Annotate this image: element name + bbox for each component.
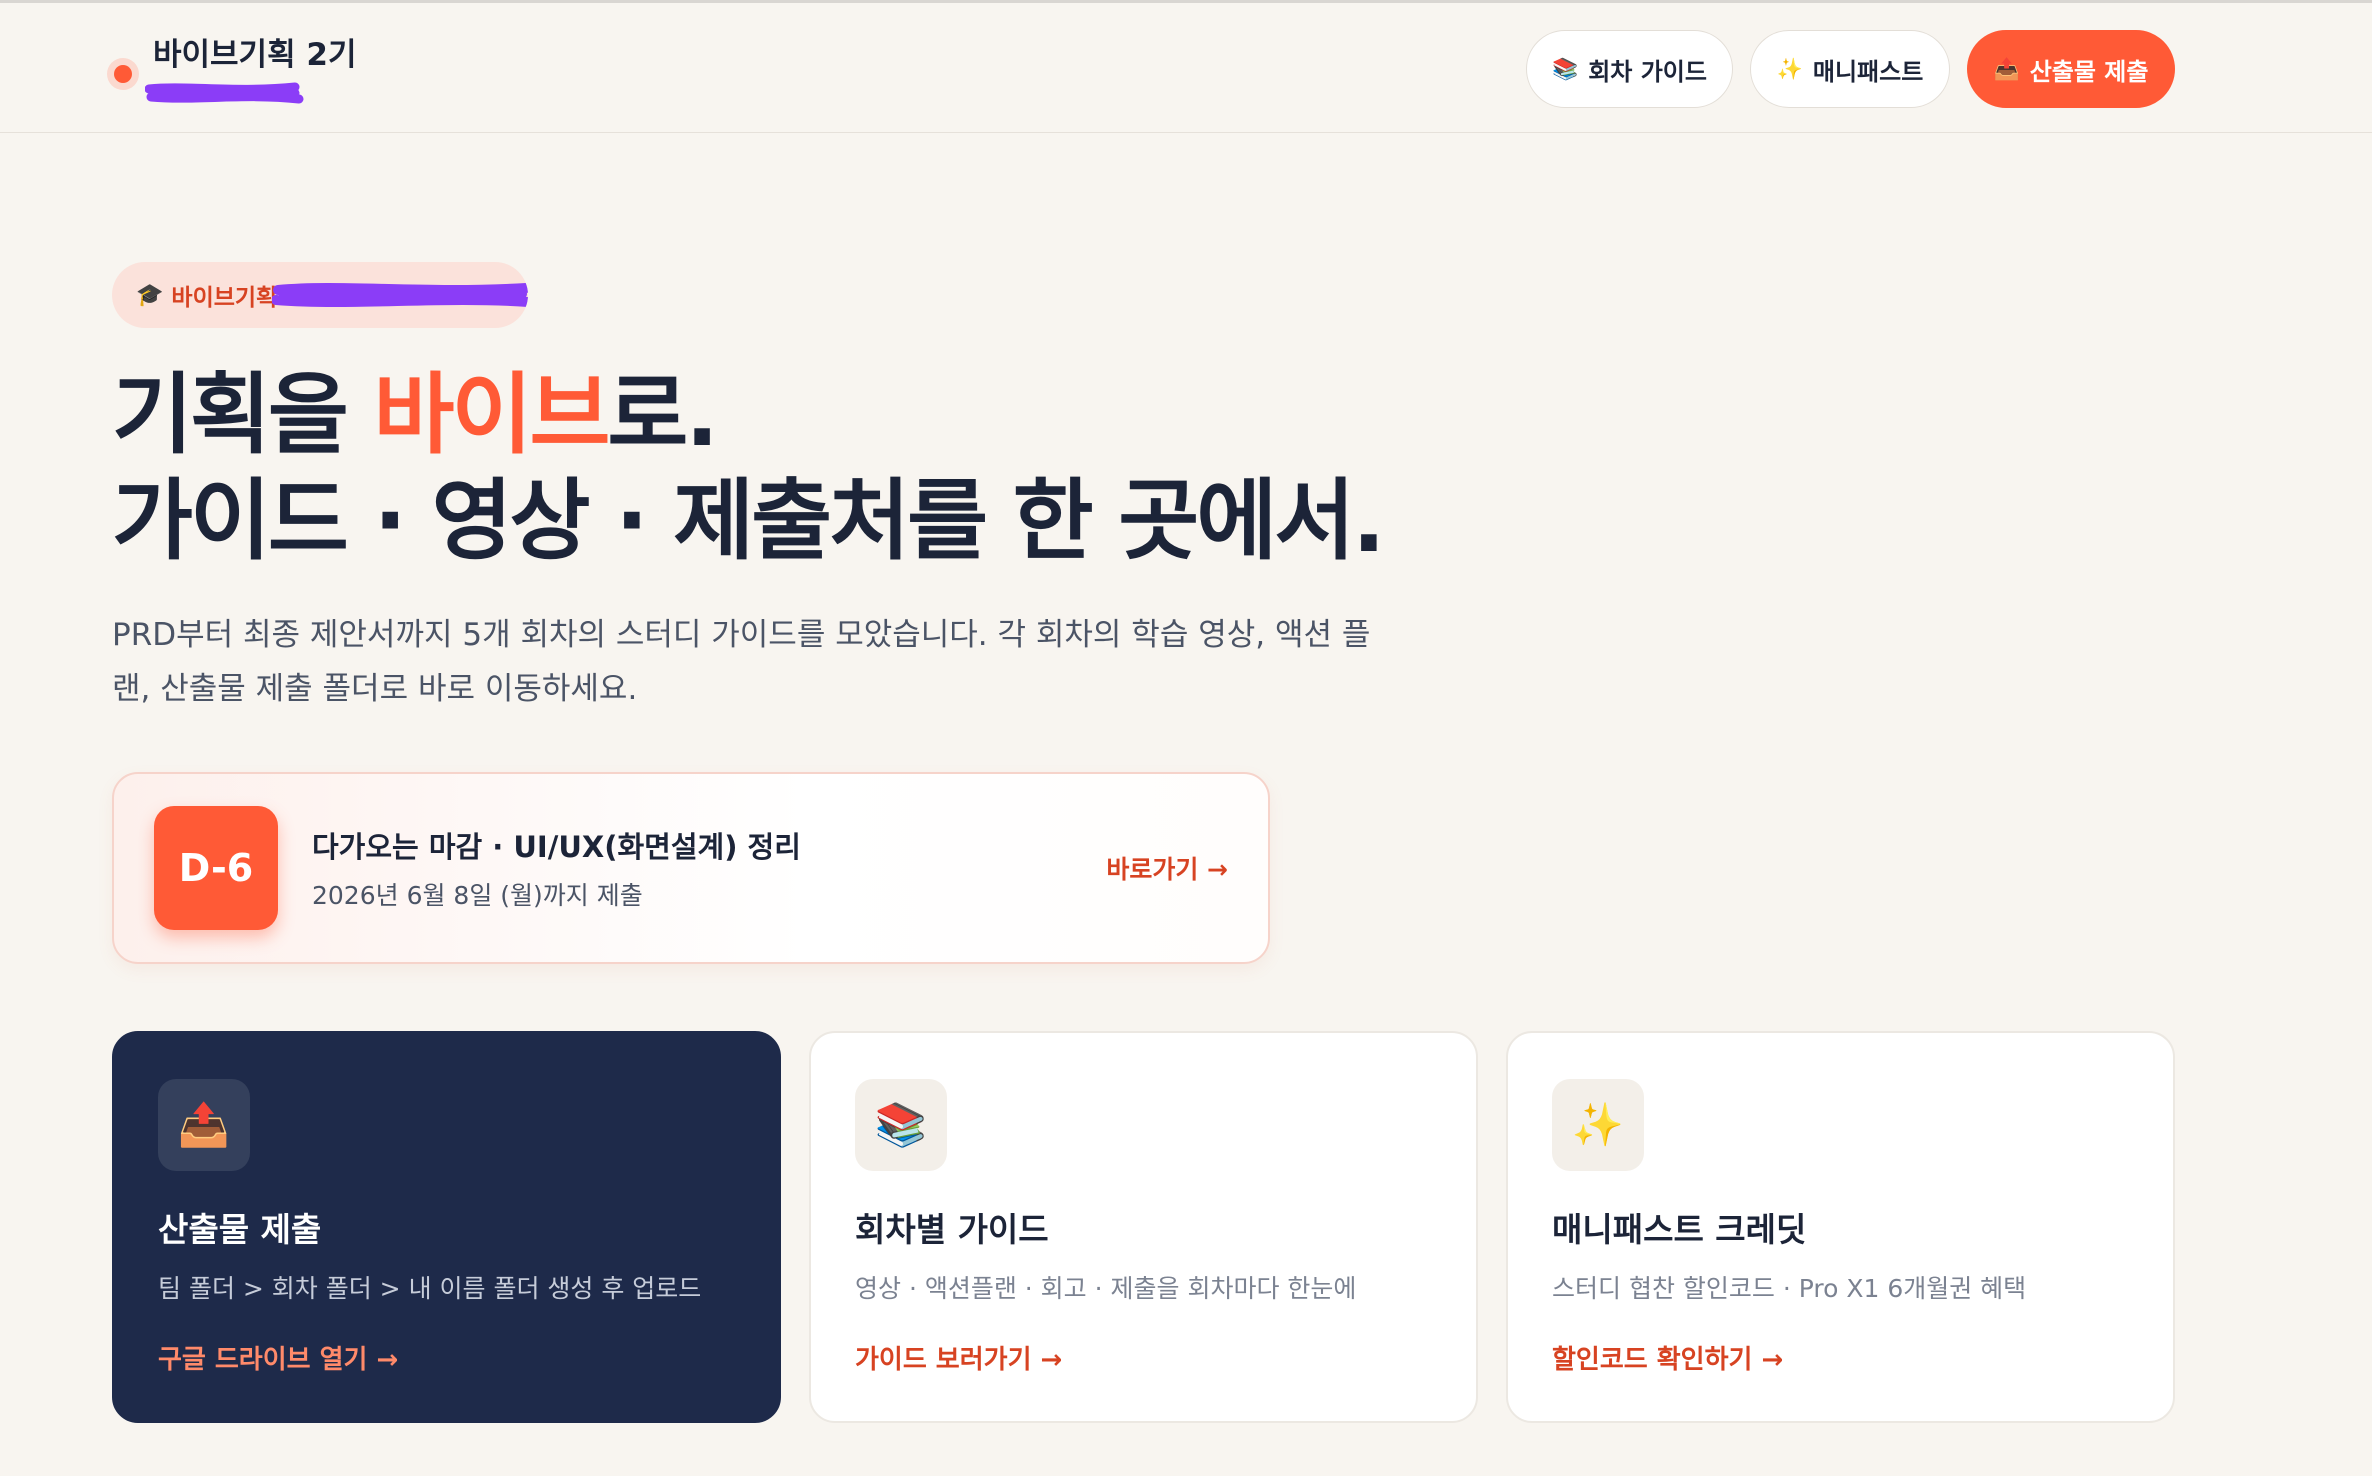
card-link-discount-code[interactable]: 할인코드 확인하기 → bbox=[1552, 1339, 1783, 1376]
card-description: 스터디 협찬 할인코드 · Pro X1 6개월권 혜택 bbox=[1552, 1274, 2027, 1303]
sparkles-icon: ✨ bbox=[1776, 56, 1803, 81]
card-link-guide[interactable]: 가이드 보러가기 → bbox=[855, 1339, 1062, 1376]
hero-title-accent: 바이브 bbox=[373, 363, 611, 466]
books-icon: 📚 bbox=[855, 1079, 947, 1171]
card-title: 매니패스트 크레딧 bbox=[1552, 1210, 1807, 1249]
card-description: 영상 · 액션플랜 · 회고 · 제출을 회차마다 한눈에 bbox=[855, 1274, 1357, 1303]
hero-lead: PRD부터 최종 제안서까지 5개 회차의 스터디 가이드를 모았습니다. 각 … bbox=[112, 617, 1371, 707]
cohort-badge: 🎓 바이브기획 bbox=[112, 262, 528, 328]
card-manifest-credit[interactable]: ✨ 매니패스트 크레딧 스터디 협찬 할인코드 · Pro X1 6개월권 혜택… bbox=[1506, 1031, 2175, 1423]
site-header: 바이브기획 2기 📚 회차 가이드 ✨ 매니패스트 📤 산출물 제출 bbox=[0, 3, 2372, 133]
deadline-link[interactable]: 바로가기 → bbox=[1106, 850, 1228, 886]
card-submit-output[interactable]: 📤 산출물 제출 팀 폴더 > 회차 폴더 > 내 이름 폴더 생성 후 업로드… bbox=[112, 1031, 781, 1423]
nav-label: 매니패스트 bbox=[1812, 57, 1924, 86]
nav-button-manifest[interactable]: ✨ 매니패스트 bbox=[1750, 30, 1950, 108]
card-description: 팀 폴더 > 회차 폴더 > 내 이름 폴더 생성 후 업로드 bbox=[158, 1274, 702, 1303]
card-title: 산출물 제출 bbox=[158, 1210, 322, 1249]
deadline-title: 다가오는 마감 · UI/UX(화면설계) 정리 bbox=[312, 830, 801, 864]
deadline-card[interactable]: D-6 다가오는 마감 · UI/UX(화면설계) 정리 2026년 6월 8일… bbox=[112, 772, 1270, 964]
nav-button-session-guide[interactable]: 📚 회차 가이드 bbox=[1526, 30, 1733, 108]
redaction-scribble bbox=[145, 82, 304, 104]
hero-title-line2: 가이드 · 영상 · 제출처를 한 곳에서. bbox=[112, 469, 1386, 572]
sparkles-icon: ✨ bbox=[1552, 1079, 1644, 1171]
nav-label: 산출물 제출 bbox=[2029, 57, 2149, 86]
hero-title-line1: 기획을 바이브로. bbox=[112, 363, 719, 466]
hero-title: 기획을 바이브로. 가이드 · 영상 · 제출처를 한 곳에서. bbox=[112, 362, 1386, 574]
nav-label: 회차 가이드 bbox=[1588, 57, 1707, 86]
dday-badge: D-6 bbox=[154, 806, 278, 930]
card-session-guide[interactable]: 📚 회차별 가이드 영상 · 액션플랜 · 회고 · 제출을 회차마다 한눈에 … bbox=[809, 1031, 1478, 1423]
brand-title[interactable]: 바이브기획 2기 bbox=[153, 29, 356, 74]
outbox-tray-icon: 📤 bbox=[1993, 56, 2020, 81]
graduation-cap-icon: 🎓 bbox=[136, 282, 164, 308]
nav-button-submit-output[interactable]: 📤 산출물 제출 bbox=[1967, 30, 2175, 108]
badge-label: 바이브기획 bbox=[171, 285, 278, 311]
redaction-scribble bbox=[272, 283, 528, 307]
outbox-tray-icon: 📤 bbox=[158, 1079, 250, 1171]
logo-dot-icon[interactable] bbox=[107, 58, 139, 90]
card-link-google-drive[interactable]: 구글 드라이브 열기 → bbox=[158, 1339, 398, 1376]
books-icon: 📚 bbox=[1552, 56, 1579, 81]
deadline-date: 2026년 6월 8일 (월)까지 제출 bbox=[312, 881, 643, 910]
card-title: 회차별 가이드 bbox=[855, 1210, 1049, 1249]
